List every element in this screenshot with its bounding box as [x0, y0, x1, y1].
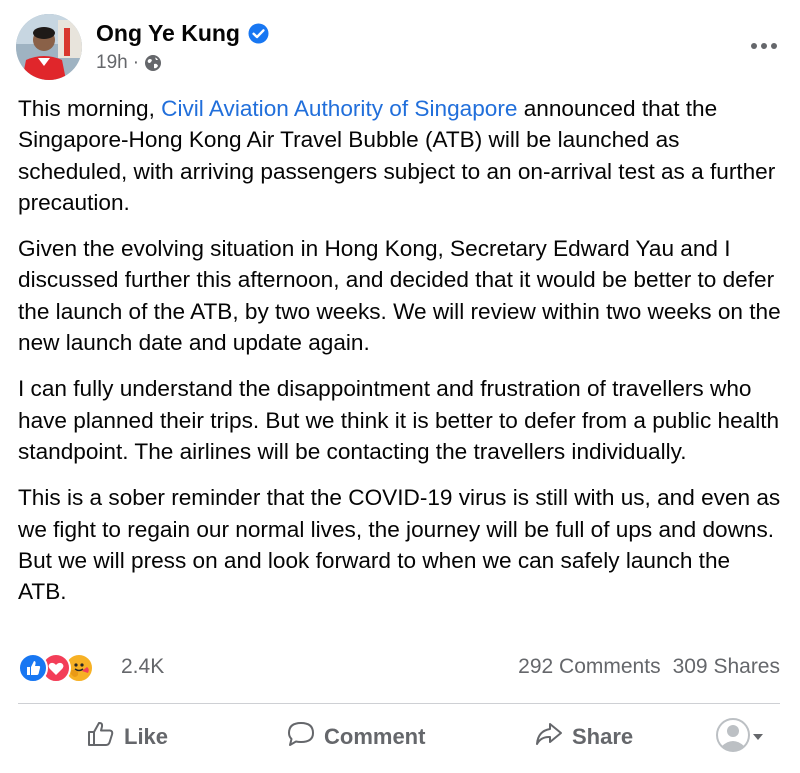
- more-options-button[interactable]: [742, 28, 786, 64]
- paragraph-1-start: This morning,: [18, 96, 162, 121]
- author-avatar[interactable]: [16, 14, 82, 80]
- chevron-down-icon: [750, 729, 766, 747]
- post-meta: 19h ·: [96, 52, 162, 74]
- comments-count[interactable]: 292 Comments: [518, 655, 660, 679]
- verified-badge-icon: [248, 23, 269, 44]
- shares-count[interactable]: 309 Shares: [673, 655, 780, 679]
- like-label: Like: [124, 724, 169, 749]
- like-reaction-icon: [18, 653, 48, 683]
- profile-avatar-icon: [716, 718, 750, 757]
- react-as-selector[interactable]: [716, 718, 766, 757]
- share-button[interactable]: Share: [534, 704, 633, 770]
- share-label: Share: [572, 724, 634, 749]
- comment-button[interactable]: Comment: [286, 704, 425, 770]
- reaction-count[interactable]: 2.4K: [121, 655, 164, 679]
- author-name[interactable]: Ong Ye Kung: [96, 20, 240, 47]
- caas-link[interactable]: Civil Aviation Authority of Singapore: [161, 96, 517, 121]
- like-icon: [86, 720, 124, 754]
- post-header: Ong Ye Kung 19h ·: [16, 14, 786, 84]
- post-paragraph-2: Given the evolving situation in Hong Kon…: [18, 236, 781, 356]
- post-body: This morning, Civil Aviation Authority o…: [18, 93, 783, 622]
- more-options-icon: [749, 37, 779, 55]
- comment-label: Comment: [324, 724, 426, 749]
- engagement-counts: 292 Comments 309 Shares: [518, 655, 780, 679]
- post-timestamp[interactable]: 19h: [96, 52, 128, 74]
- post-card: Ong Ye Kung 19h · This morning, Civil Av…: [0, 0, 800, 773]
- reactions-bar: 2.4K 292 Comments 309 Shares: [18, 650, 780, 686]
- meta-separator: ·: [132, 52, 140, 73]
- globe-icon: [144, 54, 162, 72]
- post-paragraph-4: This is a sober reminder that the COVID-…: [18, 485, 781, 605]
- author-line: Ong Ye Kung: [96, 18, 269, 48]
- post-actions: Like Comment Share: [18, 703, 780, 773]
- share-icon: [534, 720, 572, 754]
- post-paragraph-3: I can fully understand the disappointmen…: [18, 376, 780, 464]
- reaction-icons[interactable]: [18, 653, 113, 683]
- comment-icon: [286, 720, 324, 754]
- post-paragraph-1: This morning, Civil Aviation Authority o…: [18, 93, 783, 218]
- like-button[interactable]: Like: [86, 704, 168, 770]
